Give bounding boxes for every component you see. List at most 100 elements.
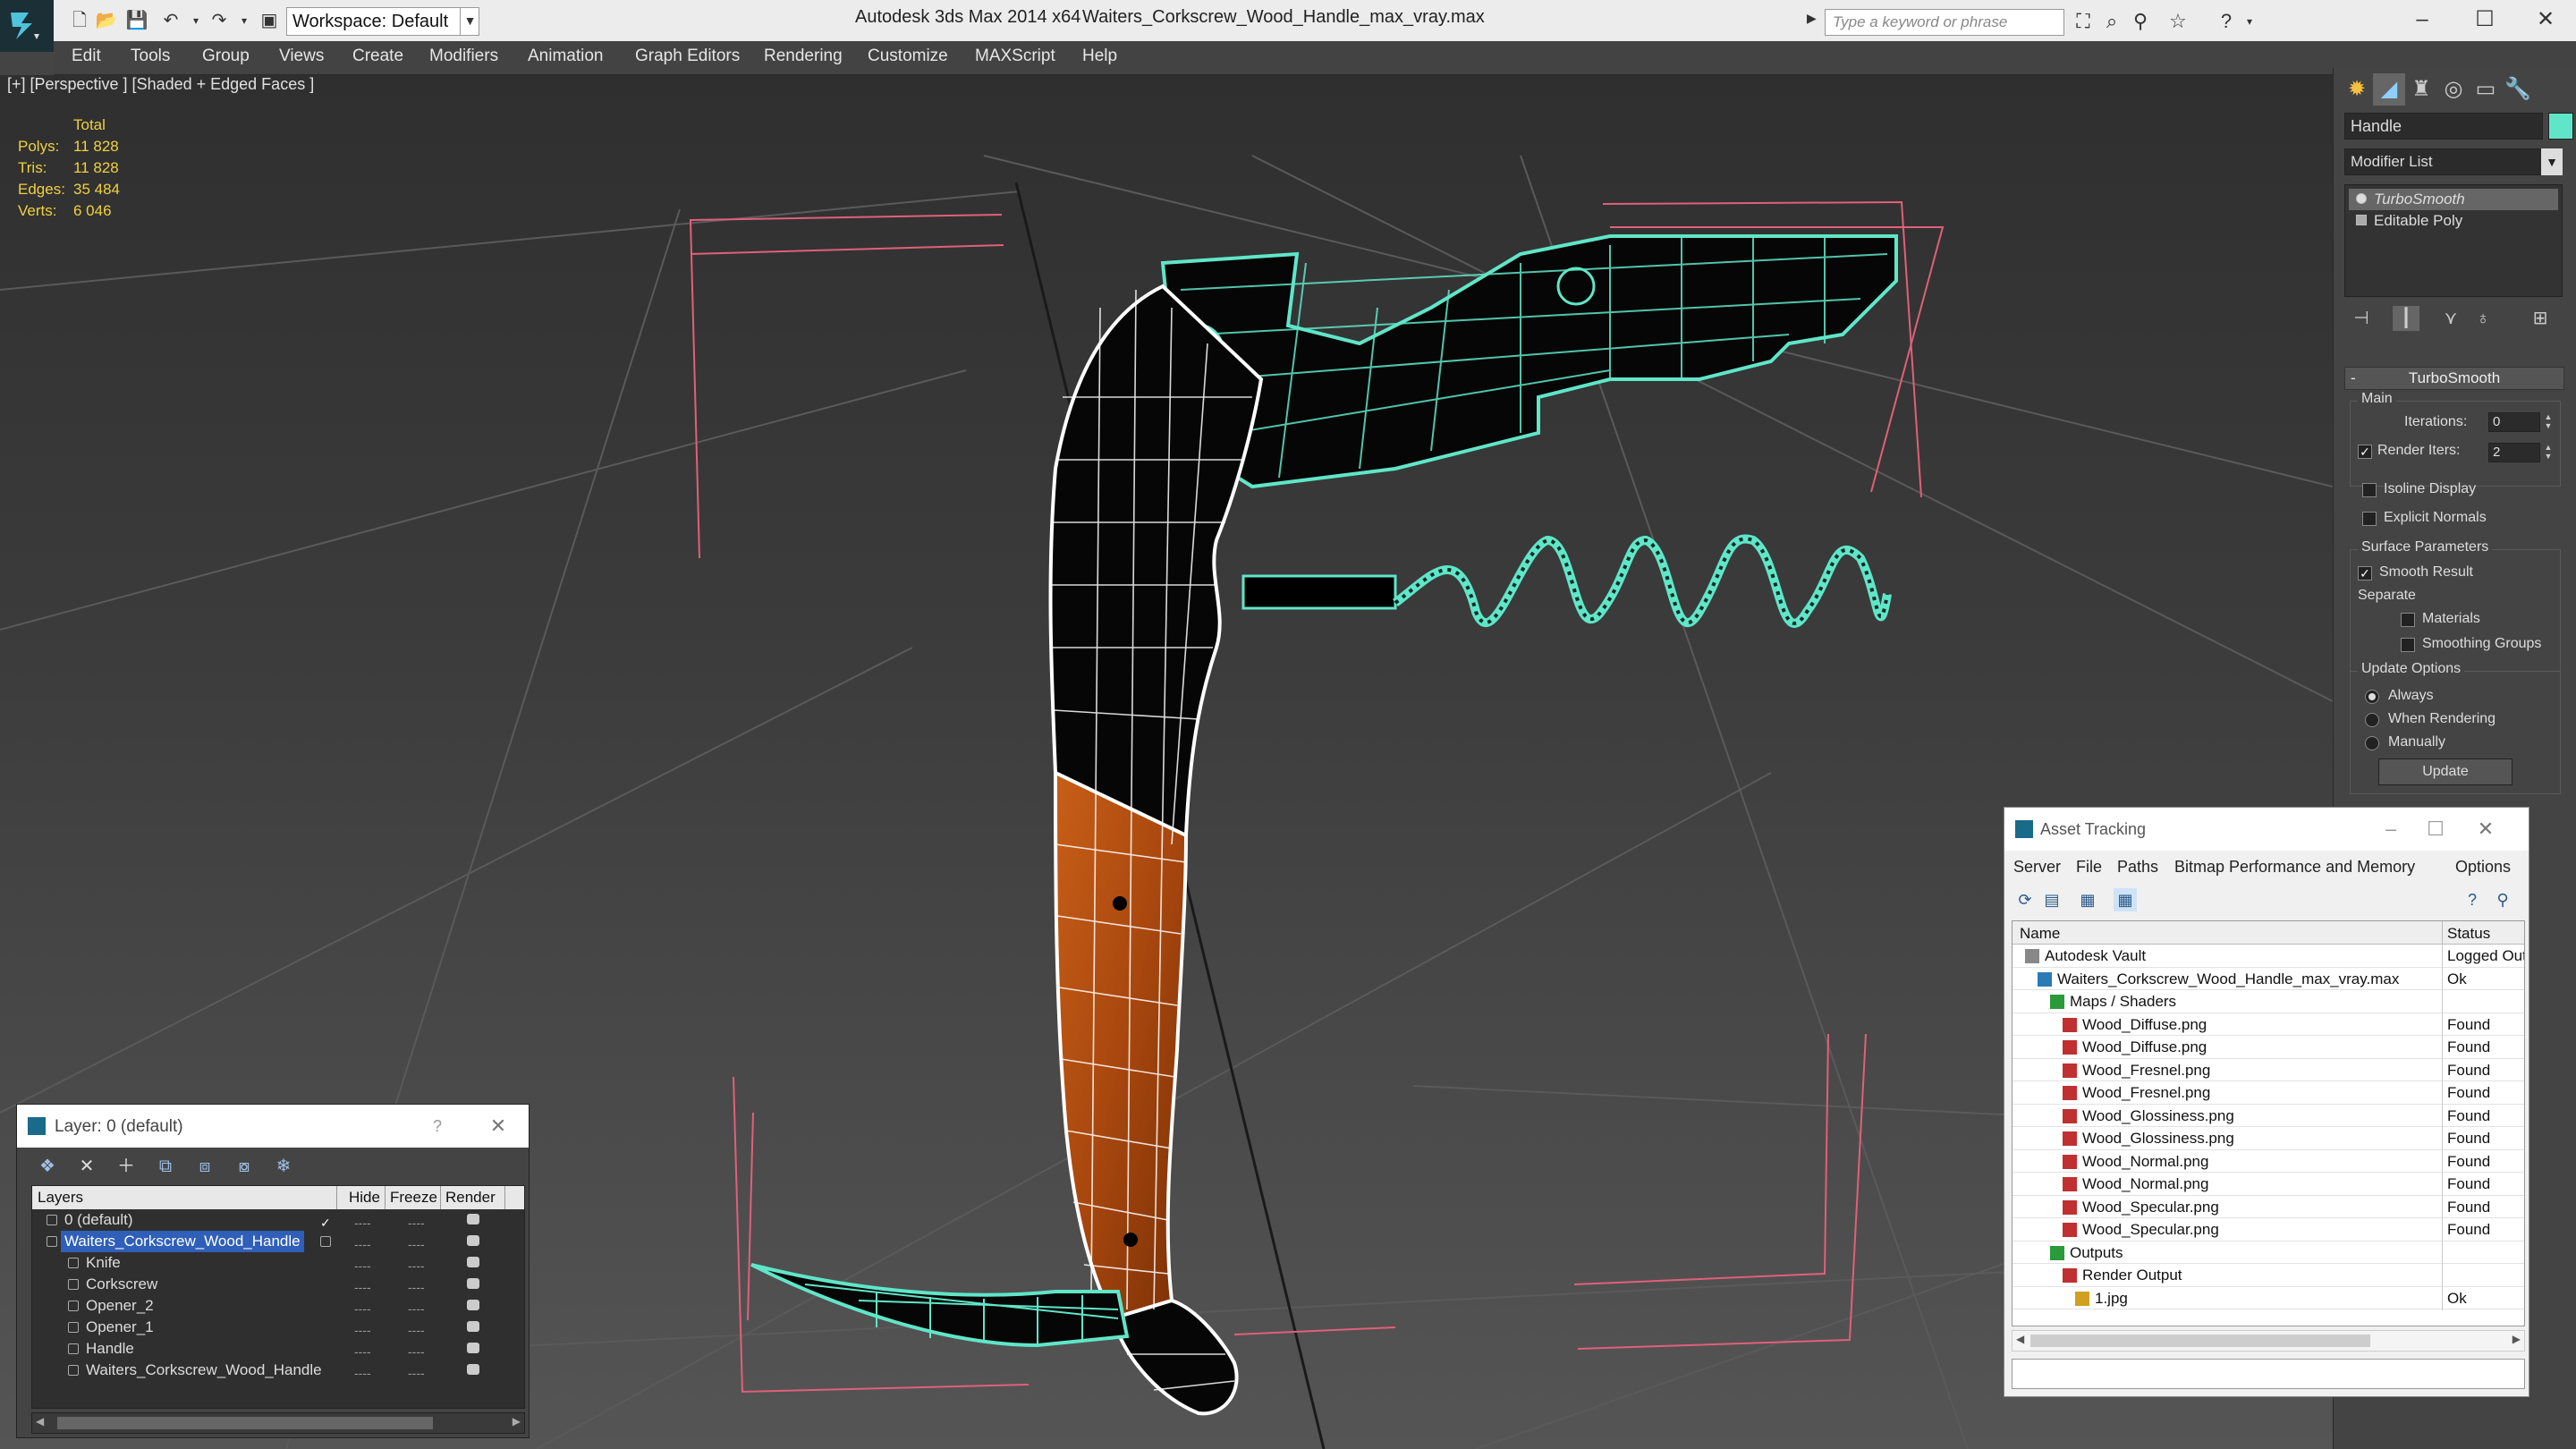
menu-customize[interactable]: Customize (868, 47, 948, 66)
asset-row[interactable]: Wood_Diffuse.png Found (2012, 1013, 2524, 1037)
table-view-icon[interactable]: ▦ (2114, 888, 2137, 911)
minimize-button[interactable]: – (2373, 815, 2409, 843)
menu-edit[interactable]: Edit (72, 47, 101, 66)
maximize-button[interactable]: ☐ (2460, 4, 2510, 36)
add-to-layer-icon[interactable]: ＋ (114, 1155, 139, 1178)
render-teapot-icon[interactable] (467, 1214, 479, 1224)
layer-row[interactable]: Opener_2 ---- ---- (32, 1295, 524, 1317)
materials-checkbox[interactable] (2401, 613, 2415, 627)
asset-row[interactable]: Autodesk Vault Logged Out (2012, 945, 2524, 968)
help-button[interactable]: ? (421, 1112, 453, 1140)
menu-maxscript[interactable]: MAXScript (975, 47, 1055, 66)
communication-center-icon[interactable]: ⚲ (2127, 9, 2154, 34)
asset-row[interactable]: Waiters_Corkscrew_Wood_Handle_max_vray.m… (2012, 967, 2524, 991)
turbosmooth-rollout-header[interactable]: - TurboSmooth (2344, 367, 2564, 390)
redo-dropdown-icon[interactable]: ▾ (233, 9, 256, 32)
menu-server[interactable]: Server (2013, 858, 2061, 877)
thumbnail-view-icon[interactable]: ▦ (2076, 888, 2099, 911)
scroll-right-icon[interactable]: ▶ (513, 1415, 521, 1428)
app-logo[interactable] (0, 0, 54, 52)
chevron-down-icon[interactable]: ▼ (2541, 148, 2563, 175)
menu-help[interactable]: Help (1082, 47, 1117, 66)
search-expand-icon[interactable]: ▶ (1807, 11, 1817, 26)
new-file-icon[interactable]: 🗋 (68, 9, 91, 32)
menu-views[interactable]: Views (279, 47, 324, 66)
update-button[interactable]: Update (2378, 758, 2512, 785)
layer-row[interactable]: 0 (default) ---- ---- ✓ (32, 1209, 524, 1231)
utilities-tab-icon[interactable]: 🔧 (2502, 73, 2534, 106)
search-input[interactable]: Type a keyword or phrase (1825, 9, 2064, 36)
asset-tracking-titlebar[interactable]: Asset Tracking – ☐ ✕ (2004, 808, 2529, 851)
horizontal-scrollbar[interactable]: ◀ ▶ (2012, 1330, 2525, 1352)
update-always-radio[interactable] (2365, 690, 2379, 704)
redo-icon[interactable]: ↷ (208, 9, 231, 32)
asset-row[interactable]: Wood_Glossiness.png Found (2012, 1127, 2524, 1150)
project-folder-icon[interactable]: ▣ (258, 9, 281, 32)
asset-row[interactable]: Maps / Shaders (2012, 990, 2524, 1013)
asset-row[interactable]: 1.jpg Ok (2012, 1286, 2524, 1310)
render-teapot-icon[interactable] (467, 1257, 479, 1267)
render-teapot-icon[interactable] (467, 1321, 479, 1332)
object-name-field[interactable]: Handle (2344, 113, 2543, 140)
column-name[interactable]: Name (2020, 925, 2060, 943)
smoothing-groups-checkbox[interactable] (2401, 638, 2415, 652)
iterations-spinner[interactable]: 0 (2488, 412, 2540, 432)
modify-tab-icon[interactable]: ◢ (2373, 73, 2405, 106)
select-objects-icon[interactable]: ⧉ (153, 1155, 178, 1178)
menu-group[interactable]: Group (202, 47, 250, 66)
menu-graph-editors[interactable]: Graph Editors (635, 47, 740, 66)
binoculars-icon[interactable]: ⛶ (2070, 9, 2097, 34)
undo-dropdown-icon[interactable]: ▾ (184, 9, 208, 32)
render-iters-spinner[interactable]: 2 (2488, 443, 2540, 462)
spinner-arrows-icon[interactable]: ▲ ▼ (2542, 412, 2555, 432)
column-render[interactable]: Render (445, 1189, 496, 1207)
create-tab-icon[interactable]: ✹ (2341, 73, 2373, 106)
stack-item-turbosmooth[interactable]: TurboSmooth (2349, 189, 2558, 210)
undo-icon[interactable]: ↶ (159, 9, 182, 32)
menu-create[interactable]: Create (352, 47, 403, 66)
asset-row[interactable]: Wood_Normal.png Found (2012, 1173, 2524, 1196)
lightbulb-icon[interactable] (2356, 193, 2367, 204)
set-current-layer-icon[interactable] (320, 1236, 331, 1247)
hide-all-layers-icon[interactable]: ⧇ (232, 1155, 257, 1178)
asset-row[interactable]: Outputs (2012, 1241, 2524, 1265)
layer-row[interactable]: Opener_1 ---- ---- (32, 1317, 524, 1338)
delete-layer-icon[interactable]: ✕ (74, 1155, 99, 1178)
scrollbar-thumb[interactable] (2030, 1335, 2370, 1347)
spinner-arrows-icon[interactable]: ▲ ▼ (2542, 443, 2555, 462)
render-teapot-icon[interactable] (467, 1300, 479, 1310)
configure-modifier-sets-icon[interactable]: ⊞ (2527, 306, 2554, 331)
close-button[interactable]: ✕ (2468, 815, 2504, 843)
context-help-icon[interactable]: ⚲ (2491, 888, 2514, 911)
search-icon[interactable]: ⌕ (2098, 9, 2125, 34)
close-button[interactable]: ✕ (482, 1112, 514, 1140)
asset-row[interactable]: Render Output (2012, 1264, 2524, 1287)
render-teapot-icon[interactable] (467, 1278, 479, 1289)
motion-tab-icon[interactable]: ◎ (2437, 73, 2470, 106)
modifier-list-dropdown[interactable]: Modifier List (2344, 148, 2559, 175)
scrollbar-thumb[interactable] (57, 1417, 433, 1429)
update-manually-radio[interactable] (2365, 736, 2379, 750)
menu-paths[interactable]: Paths (2117, 858, 2158, 877)
layer-row[interactable]: Knife ---- ---- (32, 1252, 524, 1274)
refresh-icon[interactable]: ⟳ (2013, 888, 2037, 911)
make-unique-icon[interactable]: ⋎ (2437, 306, 2464, 331)
asset-row[interactable]: Wood_Fresnel.png Found (2012, 1058, 2524, 1082)
favorites-star-icon[interactable]: ☆ (2165, 9, 2191, 34)
asset-row[interactable]: Wood_Diffuse.png Found (2012, 1036, 2524, 1059)
asset-row[interactable]: Wood_Fresnel.png Found (2012, 1081, 2524, 1105)
asset-row[interactable]: Wood_Specular.png Found (2012, 1195, 2524, 1219)
layer-row[interactable]: Waiters_Corkscrew_Wood_Handle ---- ---- (32, 1231, 524, 1252)
show-end-result-icon[interactable]: ┃ (2393, 306, 2419, 331)
scroll-left-icon[interactable]: ◀ (2016, 1333, 2024, 1345)
column-status[interactable]: Status (2447, 925, 2490, 943)
smooth-result-checkbox[interactable]: ✓ (2358, 566, 2372, 580)
menu-tools[interactable]: Tools (131, 47, 170, 66)
layer-row[interactable]: Waiters_Corkscrew_Wood_Handle ---- ---- (32, 1360, 524, 1381)
isoline-display-checkbox[interactable] (2362, 483, 2377, 497)
menu-bitmap-performance[interactable]: Bitmap Performance and Memory (2174, 858, 2415, 877)
menu-animation[interactable]: Animation (528, 47, 604, 66)
render-teapot-icon[interactable] (467, 1364, 479, 1375)
column-layers[interactable]: Layers (38, 1189, 83, 1207)
remove-modifier-icon[interactable]: ♁ (2470, 306, 2496, 331)
